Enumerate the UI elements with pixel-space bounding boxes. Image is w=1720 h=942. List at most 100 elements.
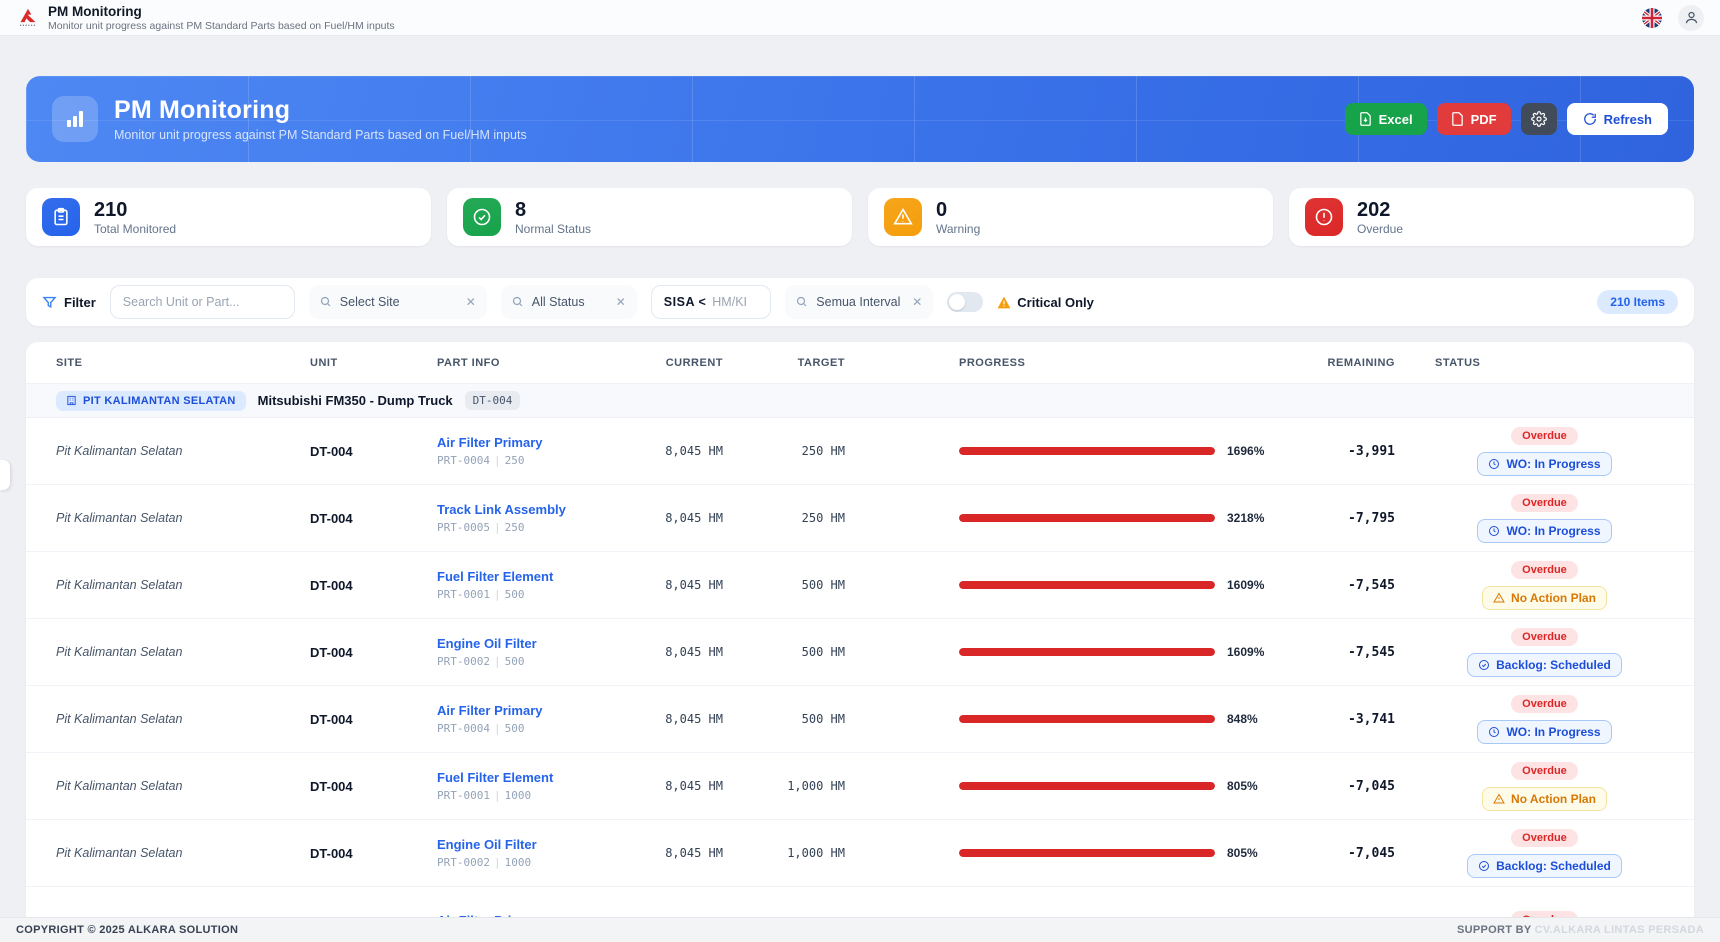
col-target: TARGET [723,357,845,369]
part-code-separator: | [490,521,505,534]
search-icon [512,296,524,308]
sisa-label: SISA < [664,295,706,309]
building-icon [66,395,77,406]
progress-percent: 805% [1227,846,1258,860]
stat-card-normal-status: 8Normal Status [447,188,852,246]
site-group-badge[interactable]: PIT KALIMANTAN SELATAN [56,391,246,411]
table-row: Pit Kalimantan SelatanDT-004Fuel Filter … [26,753,1694,820]
row-target: 250 HM [723,511,845,525]
sisa-threshold-field: SISA < [651,285,771,319]
clock-icon [1488,525,1500,537]
interval-select[interactable]: Semua Interval ✕ [785,285,933,319]
warning-icon [997,296,1011,309]
part-name-link[interactable]: Engine Oil Filter [437,636,617,651]
warning-icon [1493,592,1505,604]
stat-label: Overdue [1357,222,1403,236]
export-excel-button[interactable]: Excel [1345,103,1427,135]
col-unit: UNIT [310,357,437,369]
pdf-file-icon [1451,112,1464,126]
action-badge[interactable]: WO: In Progress [1477,720,1611,744]
part-code: PRT-0001|500 [437,588,617,601]
row-progress: 848% [845,712,1275,726]
language-flag-icon[interactable] [1642,8,1662,28]
status-overdue-badge: Overdue [1511,427,1578,445]
clock-icon [1488,458,1500,470]
row-site: Pit Kalimantan Selatan [56,645,310,659]
refresh-button[interactable]: Refresh [1567,103,1668,135]
row-status: Overdue WO: In Progress [1395,695,1694,744]
clear-interval-icon[interactable]: ✕ [912,295,922,309]
check-circle-icon [1478,659,1490,671]
part-interval: 1000 [505,789,532,802]
check-circle-icon [1478,860,1490,872]
progress-bar-track [959,849,1215,857]
row-target: 1,000 HM [723,779,845,793]
progress-percent: 1696% [1227,444,1264,458]
top-bar: •••••• PM Monitoring Monitor unit progre… [0,0,1720,36]
col-site: SITE [56,357,310,369]
part-name-link[interactable]: Track Link Assembly [437,502,617,517]
export-pdf-button[interactable]: PDF [1437,103,1511,135]
status-overdue-badge: Overdue [1511,829,1578,847]
row-unit: DT-004 [310,511,437,526]
part-name-link[interactable]: Air Filter Primary [437,435,617,450]
row-part-info: Track Link Assembly PRT-0005|250 [437,502,617,534]
row-target: 250 HM [723,444,845,458]
part-code-value: PRT-0004 [437,722,490,735]
action-badge[interactable]: No Action Plan [1482,787,1607,811]
critical-only-toggle[interactable] [947,292,983,312]
part-name-link[interactable]: Fuel Filter Element [437,569,617,584]
action-badge[interactable]: WO: In Progress [1477,519,1611,543]
row-remaining: -3,741 [1275,712,1395,727]
row-remaining: -7,545 [1275,578,1395,593]
clear-status-icon[interactable]: ✕ [616,295,626,309]
stat-value: 202 [1357,199,1403,221]
search-icon [320,296,332,308]
part-interval: 250 [505,521,525,534]
part-code: PRT-0002|500 [437,655,617,668]
action-badge[interactable]: No Action Plan [1482,586,1607,610]
settings-button[interactable] [1521,103,1557,135]
part-code: PRT-0005|250 [437,521,617,534]
progress-bar-fill [959,581,1215,589]
status-overdue-badge: Overdue [1511,695,1578,713]
row-site: Pit Kalimantan Selatan [56,444,310,458]
site-group-row: PIT KALIMANTAN SELATAN Mitsubishi FM350 … [26,384,1694,418]
row-status: OverdueBacklog: Scheduled [1395,628,1694,677]
progress-bar-track [959,648,1215,656]
status-select[interactable]: All Status ✕ [501,285,637,319]
stat-card-warning: 0Warning [868,188,1273,246]
excel-file-icon [1359,112,1372,126]
progress-bar-fill [959,849,1215,857]
part-name-link[interactable]: Air Filter Primary [437,703,617,718]
status-overdue-badge: Overdue [1511,494,1578,512]
stat-value: 210 [94,199,176,221]
table-row: Pit Kalimantan SelatanDT-004Engine Oil F… [26,619,1694,686]
search-input[interactable] [110,285,295,319]
progress-bar-fill [959,782,1215,790]
part-interval: 500 [505,655,525,668]
action-badge[interactable]: Backlog: Scheduled [1467,653,1622,677]
row-unit: DT-004 [310,779,437,794]
user-profile-icon[interactable] [1678,5,1704,31]
action-label: Backlog: Scheduled [1496,859,1611,873]
part-name-link[interactable]: Engine Oil Filter [437,837,617,852]
row-target: 500 HM [723,578,845,592]
clear-site-icon[interactable]: ✕ [466,295,476,309]
row-status: Overdue Backlog: Scheduled [1395,829,1694,878]
edge-drawer-handle[interactable] [0,460,10,490]
sisa-input[interactable] [712,295,758,309]
progress-bar-track [959,514,1215,522]
col-progress: PROGRESS [845,357,1275,369]
row-progress: 1609% [845,645,1275,659]
row-target: 1,000 HM [723,846,845,860]
row-current: 8,045 HM [617,444,723,458]
part-name-link[interactable]: Fuel Filter Element [437,770,617,785]
row-remaining: -7,045 [1275,779,1395,794]
site-select[interactable]: Select Site ✕ [309,285,487,319]
action-badge[interactable]: WO: In Progress [1477,452,1611,476]
page-subtitle: Monitor unit progress against PM Standar… [48,20,395,32]
row-current: 8,045 HM [617,712,723,726]
app-logo: •••••• [16,7,40,28]
action-badge[interactable]: Backlog: Scheduled [1467,854,1622,878]
